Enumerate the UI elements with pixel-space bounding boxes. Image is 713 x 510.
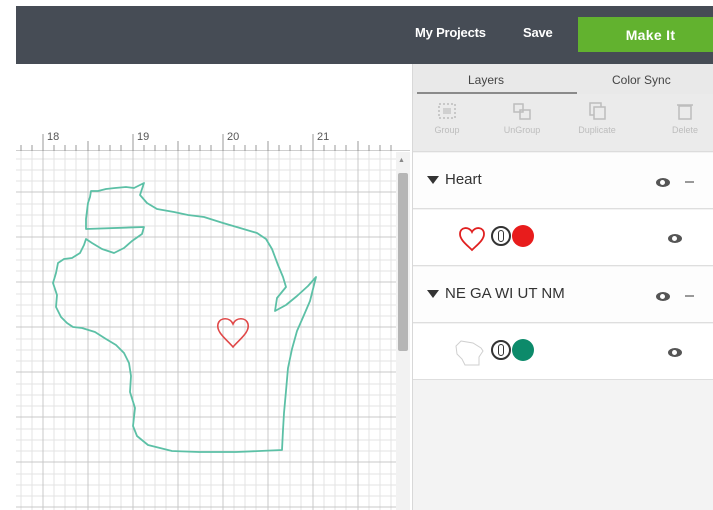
group-icon: [438, 103, 456, 119]
ungroup-button[interactable]: UnGroup: [490, 101, 554, 147]
tab-layers[interactable]: Layers: [468, 73, 504, 87]
ungroup-label: UnGroup: [503, 125, 541, 135]
heart-shape[interactable]: [216, 317, 250, 349]
canvas-grid: [16, 151, 410, 510]
duplicate-icon: [589, 102, 606, 120]
group-name: NE GA WI UT NM: [445, 285, 565, 302]
layer-group-states[interactable]: NE GA WI UT NM: [413, 267, 713, 323]
trash-icon: [677, 104, 693, 120]
eye-icon[interactable]: [668, 234, 682, 243]
ruler-mark-21: 21: [317, 131, 330, 143]
layer-color-swatch[interactable]: [512, 225, 534, 247]
cut-operation-icon[interactable]: [491, 340, 511, 360]
caret-down-icon[interactable]: [427, 176, 439, 184]
layer-item-wisconsin[interactable]: [413, 324, 713, 380]
collapse-dash-icon[interactable]: [685, 181, 694, 183]
horizontal-ruler: 18 19 20 21: [16, 129, 410, 151]
group-button[interactable]: Group: [415, 101, 479, 147]
eye-icon[interactable]: [668, 348, 682, 357]
layer-color-swatch[interactable]: [512, 339, 534, 361]
tab-color-sync[interactable]: Color Sync: [612, 73, 671, 87]
top-bar: My Projects Save Make It: [16, 6, 713, 64]
eye-icon[interactable]: [656, 178, 670, 187]
ruler-mark-20: 20: [227, 131, 240, 143]
wisconsin-thumbnail-icon: [455, 340, 484, 366]
save-button[interactable]: Save: [523, 25, 553, 40]
layers-panel: Layers Color Sync Group UnGroup Duplicat…: [412, 64, 713, 510]
layer-item-heart[interactable]: [413, 210, 713, 266]
heart-thumbnail-icon: [459, 227, 485, 252]
my-projects-link[interactable]: My Projects: [415, 25, 486, 40]
duplicate-label: Duplicate: [578, 125, 616, 135]
ruler-mark-18: 18: [47, 131, 60, 143]
wisconsin-shape[interactable]: [52, 182, 317, 453]
delete-button[interactable]: Delete: [653, 101, 713, 147]
design-space-window: My Projects Save Make It 18 19 20 21 ▲ L…: [0, 0, 713, 510]
scroll-up-arrow-icon[interactable]: ▲: [398, 157, 405, 164]
group-label: Group: [434, 125, 460, 135]
cut-operation-icon[interactable]: [491, 226, 511, 246]
caret-down-icon[interactable]: [427, 290, 439, 298]
eye-icon[interactable]: [656, 292, 670, 301]
ruler-ticks: [20, 134, 392, 151]
ungroup-icon: [513, 103, 531, 120]
ruler-mark-19: 19: [137, 131, 150, 143]
make-it-button[interactable]: Make It: [578, 17, 713, 52]
layer-group-heart[interactable]: Heart: [413, 153, 713, 209]
layer-toolbar: Group UnGroup Duplicate Delete: [413, 94, 713, 152]
delete-label: Delete: [671, 125, 698, 135]
collapse-dash-icon[interactable]: [685, 295, 694, 297]
group-name: Heart: [445, 171, 482, 188]
scrollbar-thumb[interactable]: [398, 173, 408, 351]
duplicate-button[interactable]: Duplicate: [565, 101, 629, 147]
panel-tabs: Layers Color Sync: [413, 64, 713, 94]
design-canvas[interactable]: 18 19 20 21: [16, 64, 410, 510]
